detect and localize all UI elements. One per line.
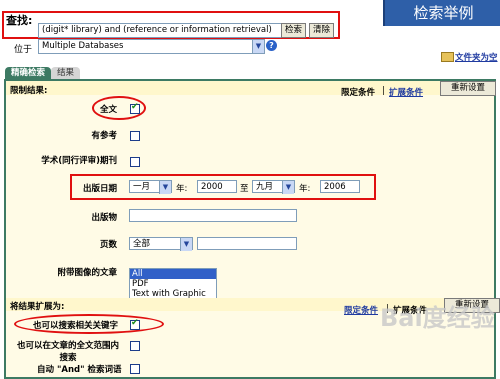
from-month-select[interactable]: 一月 ▼: [129, 180, 172, 194]
related-keywords-checkbox[interactable]: [130, 318, 140, 330]
pages-select[interactable]: 全部 ▼: [129, 237, 193, 251]
fulltext-search-label-line1: 也可以在文章的全文范围内: [16, 341, 119, 351]
chevron-down-icon: ▼: [282, 181, 294, 194]
year-label-from: 年:: [176, 184, 188, 194]
references-checkbox[interactable]: [130, 131, 140, 141]
database-select[interactable]: Multiple Databases ▼: [38, 39, 265, 54]
folder-icon: [441, 52, 454, 62]
search-panel: [4, 79, 496, 379]
to-month-value: 九月: [256, 182, 274, 192]
help-icon[interactable]: ?: [266, 40, 277, 51]
auto-and-label: 自动 "And" 检索词语: [37, 365, 122, 375]
listbox-option[interactable]: All: [130, 269, 216, 279]
publication-label: 出版物: [91, 213, 117, 223]
search-input[interactable]: (digit* library) and (reference or infor…: [38, 23, 284, 38]
year-label-to: 年:: [299, 184, 311, 194]
limit-conditions-label: 限定条件: [341, 88, 376, 98]
image-articles-label: 附带图像的文章: [57, 268, 117, 278]
peer-reviewed-label: 学术(同行评审)期刊: [41, 156, 117, 166]
date-label: 出版日期: [82, 184, 117, 194]
chevron-down-icon: ▼: [180, 238, 192, 251]
tab-advanced-search[interactable]: 精确检索: [5, 67, 52, 79]
pages-input[interactable]: [197, 237, 297, 250]
tab-results[interactable]: 结果: [51, 67, 81, 79]
chevron-down-icon: ▼: [252, 40, 264, 53]
folder-link[interactable]: 文件夹为空: [455, 51, 498, 63]
search-button[interactable]: 检索: [281, 23, 307, 38]
peer-reviewed-checkbox[interactable]: [130, 157, 140, 167]
fulltext-search-label-line2: 搜索: [59, 353, 77, 363]
watermark: Bai度经验: [380, 304, 495, 332]
pages-label: 页数: [99, 240, 117, 250]
fulltext-search-label: 也可以在文章的全文范围内 搜索: [13, 339, 123, 363]
expand-title: 将结果扩展为:: [10, 302, 65, 312]
fulltext-checkbox[interactable]: [130, 102, 140, 114]
expand-conditions-link[interactable]: 扩展条件: [389, 86, 423, 98]
auto-and-checkbox[interactable]: [130, 364, 140, 374]
pages-select-value: 全部: [133, 239, 151, 249]
reset-button[interactable]: 重新设置: [440, 81, 496, 96]
publication-input[interactable]: [129, 209, 297, 222]
example-title: 检索举例: [383, 0, 500, 26]
limit-conditions-link[interactable]: 限定条件: [344, 304, 378, 316]
from-year-input[interactable]: 2000: [197, 180, 237, 193]
fulltext-search-checkbox[interactable]: [130, 341, 140, 351]
limit-title: 限制结果:: [10, 86, 48, 96]
header-separator: |: [382, 86, 385, 96]
clear-button[interactable]: 清除: [309, 23, 335, 38]
references-label: 有参考: [91, 131, 117, 141]
from-month-value: 一月: [133, 182, 151, 192]
listbox-option[interactable]: PDF: [130, 279, 216, 289]
database-selected: Multiple Databases: [42, 41, 124, 51]
to-month-select[interactable]: 九月 ▼: [252, 180, 295, 194]
chevron-down-icon: ▼: [159, 181, 171, 194]
related-keywords-label: 也可以搜索相关关键字: [33, 321, 119, 331]
to-label: 至: [240, 184, 249, 194]
database-label: 位于: [14, 45, 33, 55]
search-label: 查找:: [6, 14, 33, 27]
fulltext-label: 全文: [99, 105, 117, 115]
to-year-input[interactable]: 2006: [320, 180, 360, 193]
